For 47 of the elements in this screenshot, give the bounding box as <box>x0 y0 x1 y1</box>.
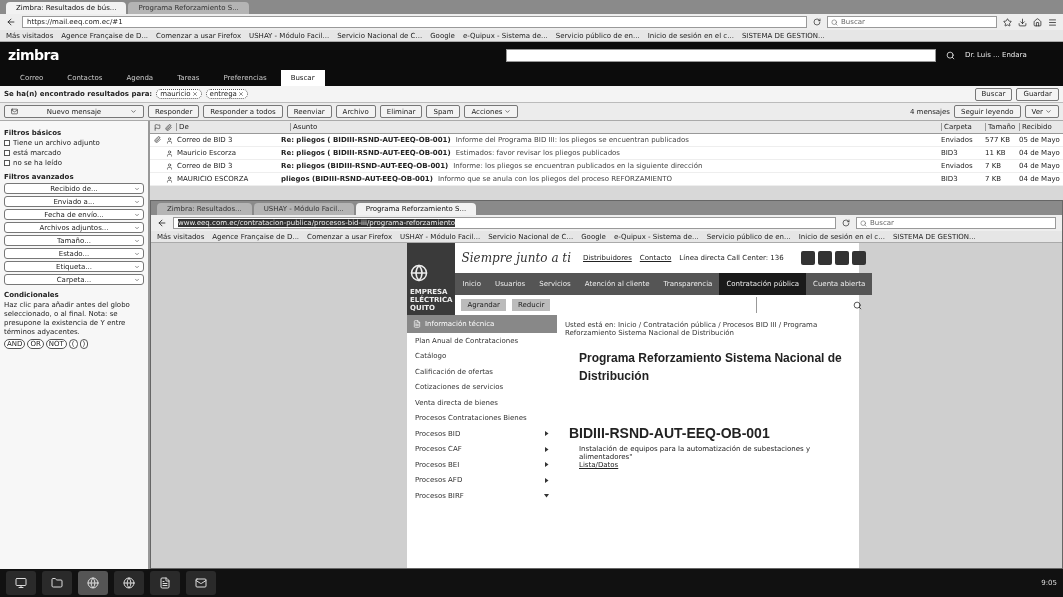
taskbar-button[interactable] <box>114 571 144 595</box>
globe-icon <box>87 577 99 589</box>
social-media-icon[interactable] <box>801 251 816 265</box>
social-media-icon[interactable] <box>835 251 850 265</box>
zimbra-logo: zimbra <box>8 47 59 63</box>
page-title: Programa Reforzamiento Sistema Nacional de Distribución <box>579 350 843 385</box>
taskbar-button[interactable] <box>150 571 180 595</box>
back-icon[interactable] <box>6 17 16 27</box>
social-media-icon[interactable] <box>852 251 867 265</box>
attachment-icon <box>165 123 172 131</box>
search-icon[interactable] <box>946 50 955 60</box>
flag-icon <box>154 123 161 131</box>
reload-icon[interactable] <box>842 219 850 227</box>
folder-icon <box>51 577 63 589</box>
search-icon <box>831 18 838 26</box>
search-icon[interactable] <box>853 300 863 310</box>
person-icon <box>166 175 173 183</box>
caret-icon <box>130 108 137 115</box>
close-icon[interactable] <box>191 91 198 97</box>
taskbar-button[interactable] <box>186 571 216 595</box>
person-icon <box>166 149 173 157</box>
caret-icon <box>1045 108 1052 115</box>
download-icon[interactable] <box>1018 17 1027 27</box>
home-icon[interactable] <box>1033 17 1042 27</box>
reload-icon[interactable] <box>813 18 821 26</box>
social-media-icon[interactable] <box>818 251 833 265</box>
document-icon <box>159 577 171 589</box>
search-field[interactable] <box>506 48 936 62</box>
process-code: BIDIII-RSND-AUT-EEQ-OB-001 <box>569 425 771 441</box>
back-icon[interactable] <box>157 218 167 228</box>
taskbar-button[interactable] <box>42 571 72 595</box>
envelope-icon <box>11 108 18 115</box>
monitor-icon <box>15 577 27 589</box>
start-button[interactable] <box>6 571 36 595</box>
caret-icon <box>504 108 512 115</box>
bookmark-star-icon[interactable] <box>1003 17 1012 27</box>
person-icon <box>166 162 173 170</box>
envelope-icon <box>195 577 207 589</box>
menu-icon[interactable] <box>1048 17 1057 27</box>
globe-icon <box>123 577 135 589</box>
search-icon <box>860 219 867 227</box>
document-icon <box>413 320 421 328</box>
person-icon <box>166 136 173 144</box>
taskbar-button[interactable] <box>78 571 108 595</box>
slogan: Siempre junto a ti <box>461 251 572 265</box>
close-icon[interactable] <box>237 91 244 97</box>
globe-icon <box>410 264 428 282</box>
